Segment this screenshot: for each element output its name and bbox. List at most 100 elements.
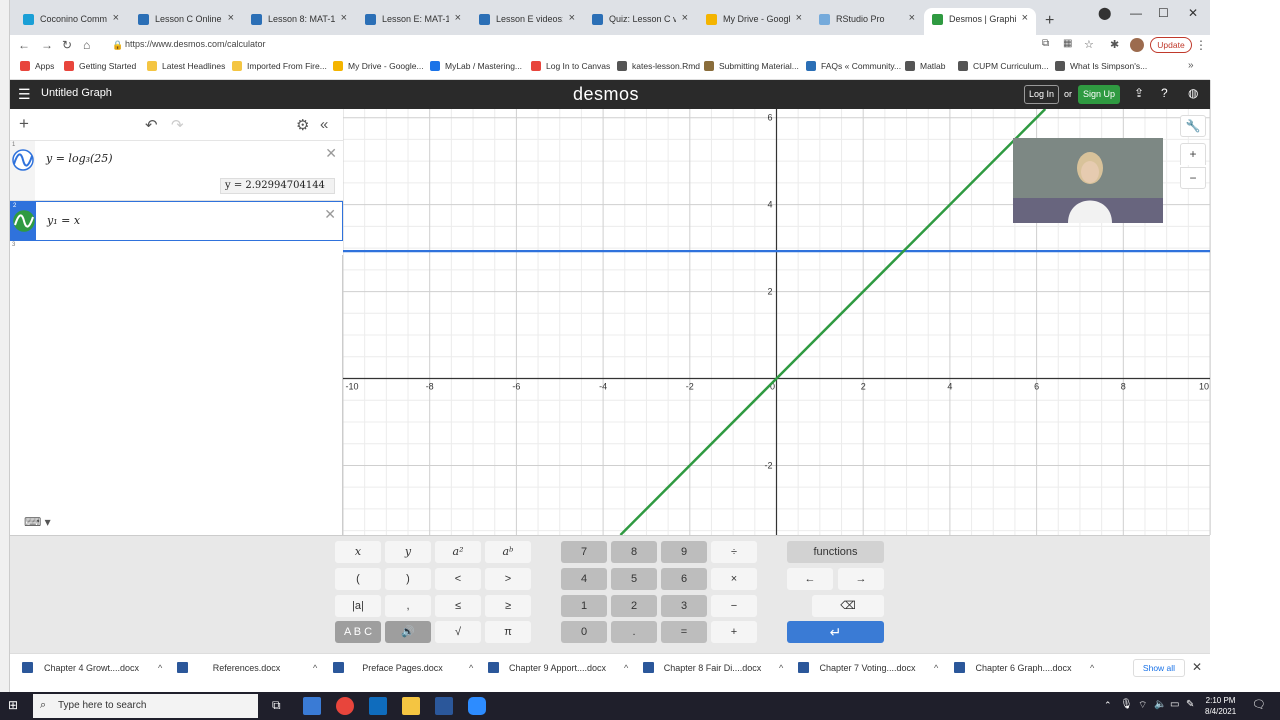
bookmark-item[interactable]: Submitting Material... [704, 61, 799, 71]
arrow-right-key[interactable]: → [838, 568, 884, 590]
graph-settings-wrench-icon[interactable]: 🔧 [1180, 115, 1206, 137]
minimize-icon[interactable]: — [1130, 6, 1142, 20]
keypad-key[interactable]: , [385, 595, 431, 617]
signup-button[interactable]: Sign Up [1078, 85, 1120, 104]
microphone-icon[interactable]: 🎙 [1120, 699, 1133, 710]
word-icon[interactable] [435, 697, 453, 715]
expression-text[interactable]: y₁ = x [47, 214, 80, 227]
tab-close-icon[interactable]: × [1022, 12, 1028, 24]
keypad-key[interactable]: 5 [611, 568, 657, 590]
keypad-key[interactable]: π [485, 621, 531, 643]
download-item[interactable]: Chapter 4 Growt....docx ^ [22, 662, 162, 673]
enter-key[interactable]: ↵ [787, 621, 884, 643]
download-options-chevron-icon[interactable]: ^ [313, 663, 317, 673]
pen-icon[interactable]: ✎ [1186, 699, 1194, 710]
zoom-app-icon[interactable] [468, 697, 486, 715]
reload-icon[interactable]: ↻ [62, 38, 72, 52]
outlook-icon[interactable] [369, 697, 387, 715]
show-all-button[interactable]: Show all [1133, 659, 1185, 677]
keypad-key[interactable]: × [711, 568, 757, 590]
download-item[interactable]: Chapter 9 Apport....docx ^ [488, 662, 628, 673]
keypad-key[interactable]: A B C [335, 621, 381, 643]
keypad-key[interactable]: 4 [561, 568, 607, 590]
back-icon[interactable]: ← [18, 38, 30, 52]
keypad-key[interactable]: 1 [561, 595, 607, 617]
download-item[interactable]: Chapter 8 Fair Di....docx ^ [643, 662, 783, 673]
graph-title[interactable]: Untitled Graph [41, 87, 112, 99]
apps-grid-icon[interactable]: ▦ [1063, 38, 1072, 49]
download-item[interactable]: References.docx ^ [177, 662, 317, 673]
help-icon[interactable]: ? [1161, 86, 1168, 100]
tab-close-icon[interactable]: × [682, 12, 688, 24]
extensions-icon[interactable]: ✱ [1110, 38, 1119, 51]
add-item-icon[interactable]: + [19, 114, 29, 134]
share-icon[interactable]: ⇪ [1134, 86, 1144, 100]
curve-color-icon[interactable] [12, 149, 34, 171]
keyboard-toggle-icon[interactable]: ⌨ ▾ [24, 515, 51, 529]
bookmark-item[interactable]: My Drive - Google... [333, 61, 424, 71]
windows-start-icon[interactable]: ⊞ [8, 698, 18, 712]
keypad-key[interactable]: + [711, 621, 757, 643]
collapse-panel-icon[interactable]: « [320, 116, 328, 133]
tab-close-icon[interactable]: × [455, 12, 461, 24]
battery-icon[interactable]: ▭ [1170, 699, 1179, 710]
network-icon[interactable]: ⌔ [1138, 699, 1147, 712]
download-options-chevron-icon[interactable]: ^ [934, 663, 938, 673]
keypad-key[interactable]: 2 [611, 595, 657, 617]
keypad-key[interactable]: . [611, 621, 657, 643]
delete-expression-icon[interactable]: ✕ [325, 145, 337, 162]
backspace-key[interactable]: ⌫ [812, 595, 884, 617]
bookmark-item[interactable]: FAQs « Community... [806, 61, 901, 71]
keypad-key[interactable]: a² [435, 541, 481, 563]
keypad-key[interactable]: ÷ [711, 541, 757, 563]
language-globe-icon[interactable]: ◍ [1188, 86, 1198, 100]
redo-icon[interactable]: ↷ [171, 116, 184, 134]
zoom-in-icon[interactable]: + [1180, 143, 1206, 165]
taskbar-search-input[interactable]: Type here to search [33, 694, 258, 718]
login-button[interactable]: Log In [1024, 85, 1059, 104]
task-view-icon[interactable]: ⧉ [272, 698, 281, 713]
tab-close-icon[interactable]: × [113, 12, 119, 24]
keypad-key[interactable]: = [661, 621, 707, 643]
settings-gear-icon[interactable]: ⚙ [296, 116, 309, 134]
powershell-icon[interactable] [303, 697, 321, 715]
download-item[interactable]: Chapter 7 Voting....docx ^ [798, 662, 938, 673]
bookmark-item[interactable]: Log In to Canvas [531, 61, 610, 71]
keypad-key[interactable]: √ [435, 621, 481, 643]
download-options-chevron-icon[interactable]: ^ [1090, 663, 1094, 673]
keypad-key[interactable]: 8 [611, 541, 657, 563]
keypad-key[interactable]: 6 [661, 568, 707, 590]
browser-tab[interactable]: My Drive - Google × [698, 8, 810, 35]
tab-close-icon[interactable]: × [341, 12, 347, 24]
bookmark-item[interactable]: Matlab [905, 61, 946, 71]
bookmarks-overflow-icon[interactable]: » [1188, 60, 1194, 71]
hamburger-menu-icon[interactable]: ☰ [18, 86, 31, 103]
url-field[interactable]: https://www.desmos.com/calculator [105, 38, 1035, 54]
keypad-key[interactable]: ( [335, 568, 381, 590]
bookmark-item[interactable]: Apps [20, 61, 54, 71]
keypad-key[interactable]: − [711, 595, 757, 617]
window-close-icon[interactable]: ✕ [1188, 6, 1198, 20]
functions-button[interactable]: functions [787, 541, 884, 563]
download-options-chevron-icon[interactable]: ^ [779, 663, 783, 673]
delete-expression-icon[interactable]: ✕ [324, 206, 336, 223]
download-options-chevron-icon[interactable]: ^ [624, 663, 628, 673]
expression-row-3[interactable]: 3 [10, 241, 343, 255]
browser-tab[interactable]: RStudio Pro × [811, 8, 923, 35]
cast-icon[interactable]: ⧉ [1042, 38, 1049, 49]
download-options-chevron-icon[interactable]: ^ [469, 663, 473, 673]
browser-tab[interactable]: Lesson C Online HW × [130, 8, 242, 35]
bookmark-item[interactable]: MyLab / Mastering... [430, 61, 522, 71]
keypad-key[interactable]: ≥ [485, 595, 531, 617]
keypad-key[interactable]: y [385, 541, 431, 563]
keypad-key[interactable]: 0 [561, 621, 607, 643]
keypad-key[interactable]: < [435, 568, 481, 590]
home-icon[interactable]: ⌂ [83, 38, 90, 52]
browser-tab[interactable]: Lesson 8: MAT-140 × [243, 8, 355, 35]
profile-menu-icon[interactable]: ⬤ [1098, 6, 1111, 20]
chrome-icon[interactable] [336, 697, 354, 715]
expression-text[interactable]: y = log₃(25) [46, 152, 113, 165]
keypad-key[interactable]: > [485, 568, 531, 590]
undo-icon[interactable]: ↶ [145, 116, 158, 134]
bookmark-item[interactable]: What Is Simpson's... [1055, 61, 1147, 71]
